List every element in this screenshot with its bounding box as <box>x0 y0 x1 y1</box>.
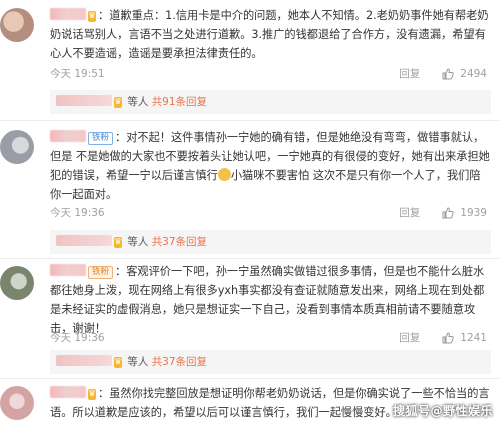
fan-badge: 铁粉 <box>88 132 114 145</box>
timestamp: 今天 19:36 <box>50 332 105 344</box>
reply-button[interactable]: 回复 <box>399 205 420 221</box>
divider <box>0 258 499 259</box>
comment-text: 道歉重点：1.信用卡是中介的问题，她本人不知情。2.老奶奶事件她有帮老奶奶说话骂… <box>50 9 489 60</box>
thumbs-up-icon <box>442 332 454 344</box>
reply-button[interactable]: 回复 <box>399 66 420 82</box>
crown-icon: ♛ <box>114 357 122 368</box>
avatar[interactable] <box>0 386 34 420</box>
like-button[interactable]: 1939 <box>442 205 487 221</box>
watermark: 搜狐号@野性娱乐 <box>392 404 493 418</box>
view-replies-link[interactable]: 共91条回复 <box>152 96 207 108</box>
comment-body: 铁粉 ：对不起！这件事情孙一宁她的确有错，但是她绝没有弯弯，做错事就认，但是 不是… <box>50 130 490 201</box>
view-replies-link[interactable]: 共37条回复 <box>152 356 207 368</box>
divider <box>0 378 499 379</box>
username[interactable] <box>50 386 86 398</box>
username[interactable] <box>50 8 86 20</box>
like-count: 2494 <box>460 68 487 80</box>
reply-summary[interactable]: ♛ 等人 共37条回复 <box>50 350 491 374</box>
view-replies-link[interactable]: 共37条回复 <box>152 236 207 248</box>
comment-meta: 今天 19:51 回复 2494 <box>50 66 491 82</box>
reply-summary[interactable]: ♛ 等人 共91条回复 <box>50 90 491 114</box>
reply-button[interactable]: 回复 <box>399 330 420 346</box>
thumbs-up-icon <box>442 207 454 219</box>
comment-body: 铁粉 ：客观评价一下吧，孙一宁虽然确实做错过很多事情，但是也不能什么脏水都往她身上… <box>50 264 485 335</box>
avatar[interactable] <box>0 130 34 164</box>
reply-username <box>56 355 112 366</box>
crown-icon: ♛ <box>88 389 96 400</box>
reply-summary[interactable]: ♛ 等人 共37条回复 <box>50 230 491 254</box>
thumbs-up-icon <box>442 68 454 80</box>
like-count: 1939 <box>460 207 487 219</box>
reply-username <box>56 95 112 106</box>
timestamp: 今天 19:36 <box>50 207 105 219</box>
comment-meta: 今天 19:36 回复 1939 <box>50 205 491 221</box>
divider <box>0 120 499 121</box>
fan-badge: 铁粉 <box>88 266 114 279</box>
avatar[interactable] <box>0 266 34 300</box>
comment-meta: 今天 19:36 回复 1241 <box>50 330 491 346</box>
crown-icon: ♛ <box>114 97 122 108</box>
like-count: 1241 <box>460 332 487 344</box>
avatar[interactable] <box>0 8 34 42</box>
like-button[interactable]: 1241 <box>442 330 487 346</box>
username[interactable] <box>50 264 86 276</box>
crown-icon: ♛ <box>114 237 122 248</box>
comment-body: ♛ ：道歉重点：1.信用卡是中介的问题，她本人不知情。2.老奶奶事件她有帮老奶奶说… <box>50 8 489 60</box>
username[interactable] <box>50 130 86 142</box>
emoji-icon <box>217 168 231 181</box>
like-button[interactable]: 2494 <box>442 66 487 82</box>
timestamp: 今天 19:51 <box>50 68 105 80</box>
reply-username <box>56 235 112 246</box>
crown-icon: ♛ <box>88 11 96 22</box>
